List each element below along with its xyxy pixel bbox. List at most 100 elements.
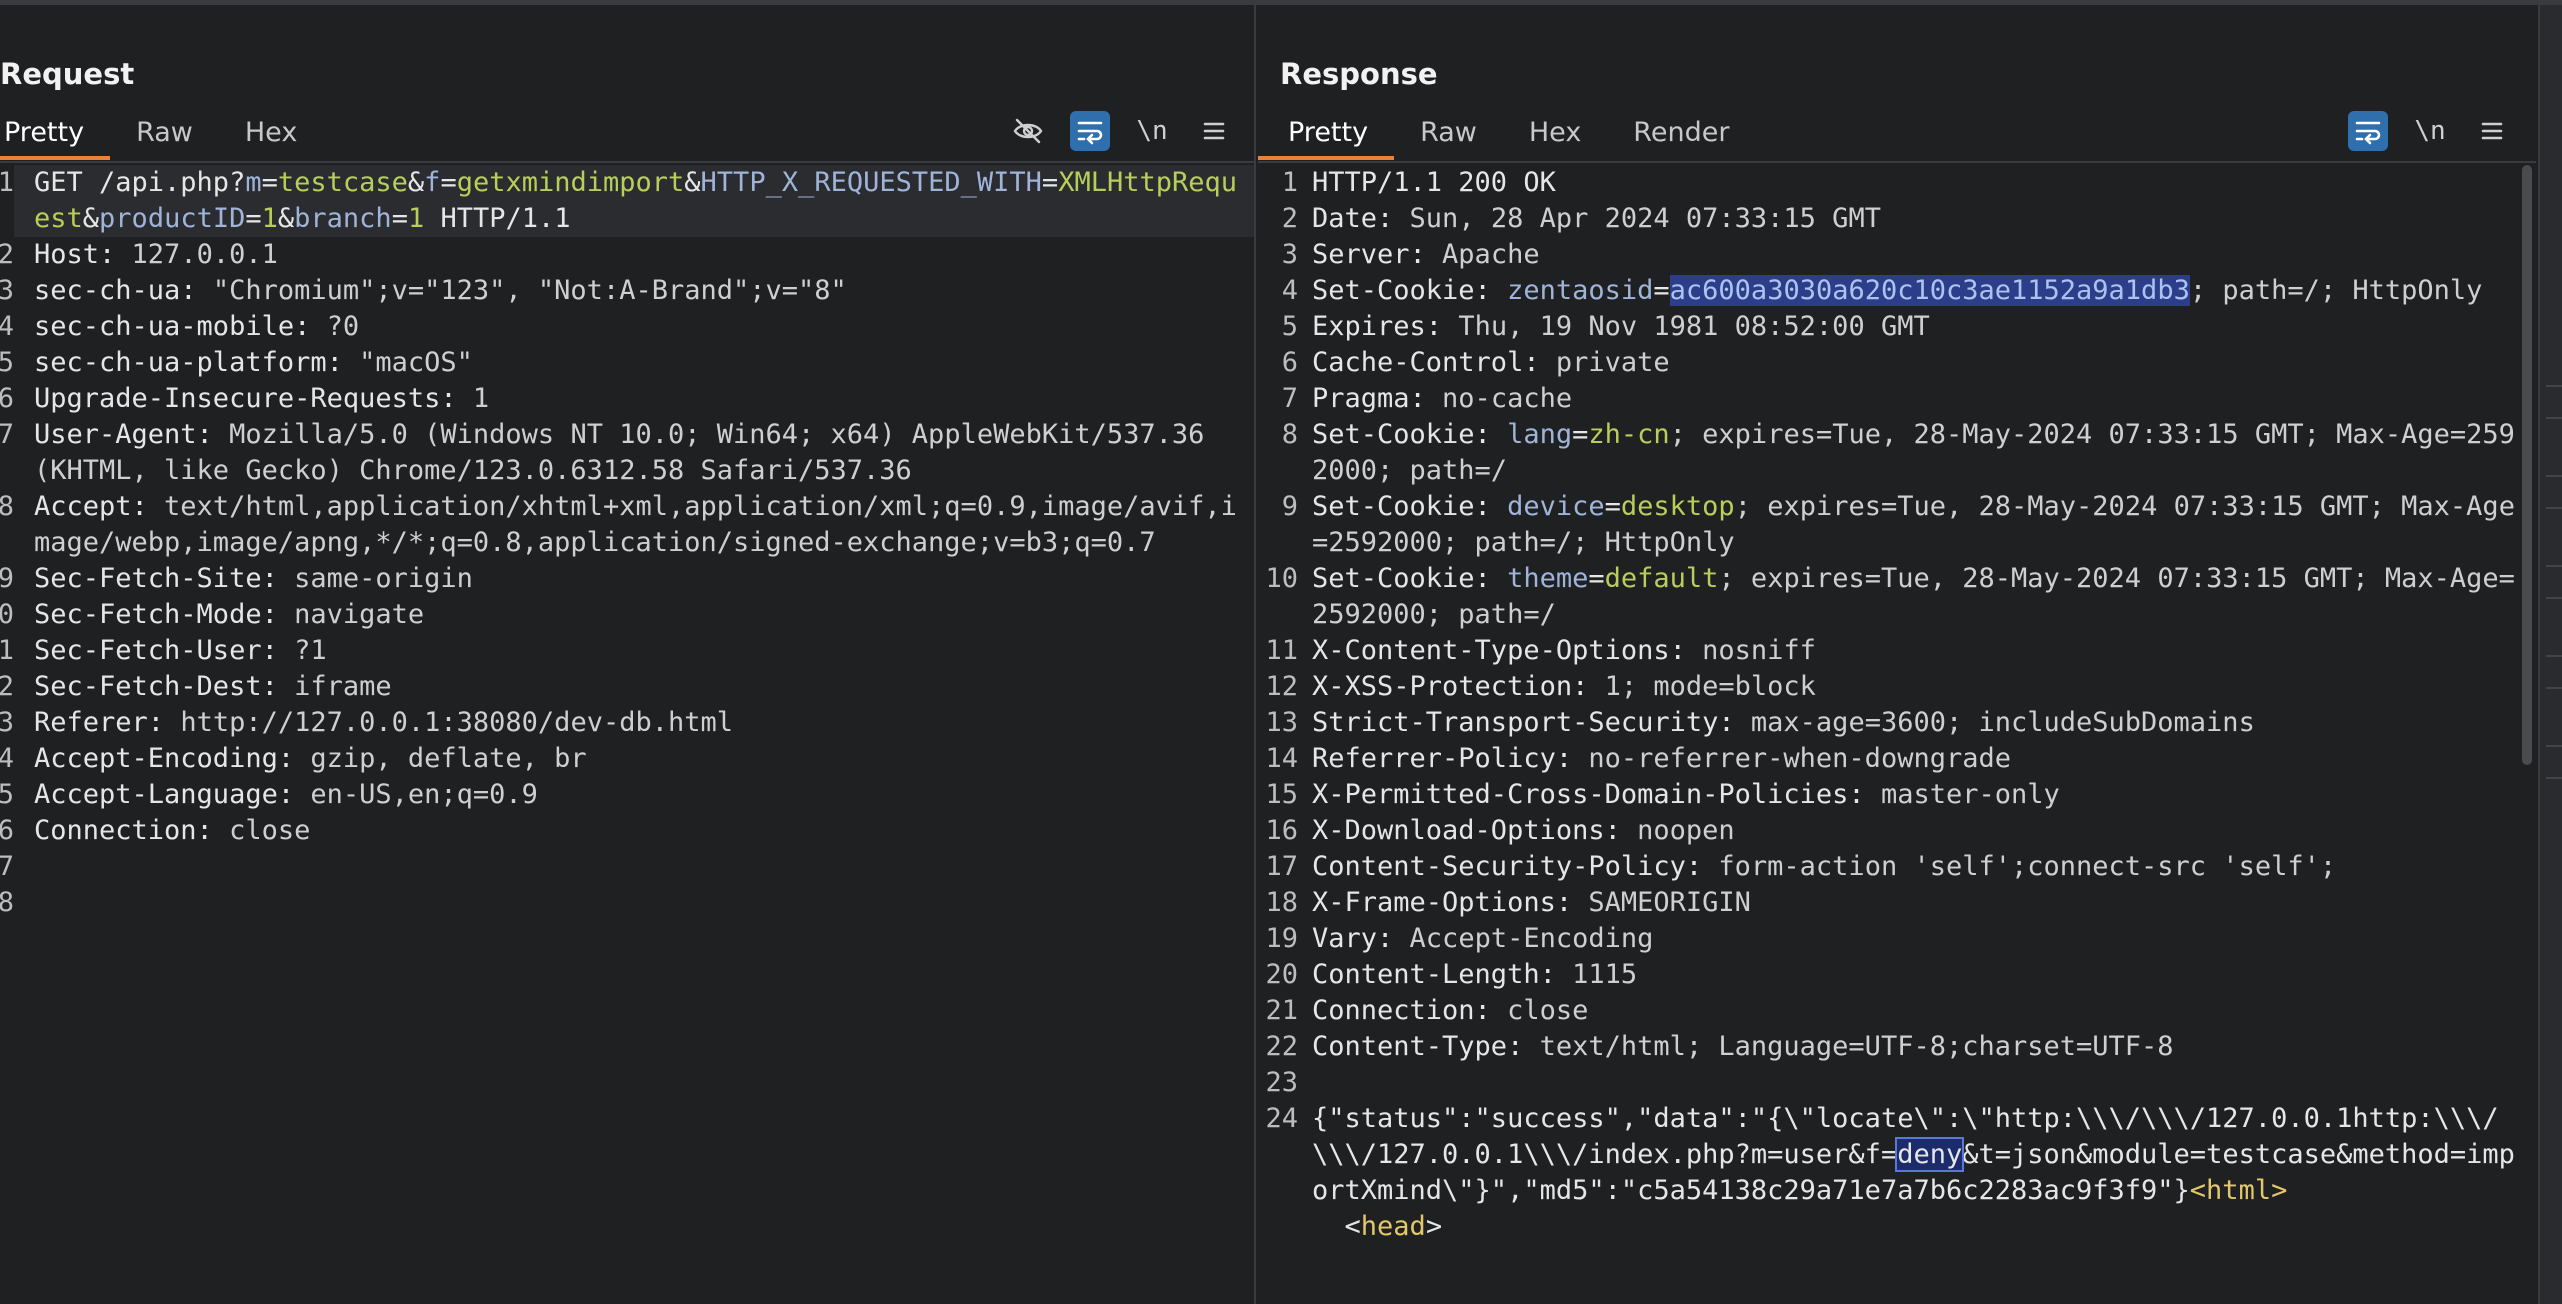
code-line[interactable]: 1GET /api.php?m=testcase&f=getxmindimpor… <box>0 165 1254 237</box>
code-line[interactable]: 5Accept-Language: en-US,en;q=0.9 <box>0 777 1254 813</box>
code-line[interactable]: 2Sec-Fetch-Dest: iframe <box>0 669 1254 705</box>
code-line[interactable]: 5sec-ch-ua-platform: "macOS" <box>0 345 1254 381</box>
tab-render[interactable]: Render <box>1607 109 1755 160</box>
panel-handle[interactable] <box>2546 745 2562 779</box>
code-line[interactable]: 8Accept: text/html,application/xhtml+xml… <box>0 489 1254 561</box>
line-number: 15 <box>1265 779 1298 810</box>
code-line[interactable]: 20 Content-Length: 1115 <box>1258 957 2536 993</box>
eye-slash-icon[interactable] <box>1008 111 1048 151</box>
code-line[interactable]: 16 X-Download-Options: noopen <box>1258 813 2536 849</box>
code-token: = <box>1653 275 1670 306</box>
code-line[interactable]: 3 Server: Apache <box>1258 237 2536 273</box>
code-line[interactable]: 9Sec-Fetch-Site: same-origin <box>0 561 1254 597</box>
tab-pretty[interactable]: Pretty <box>0 109 111 160</box>
panel-handle[interactable] <box>2546 385 2562 419</box>
tab-raw[interactable]: Raw <box>1394 109 1503 160</box>
code-token: Expires: <box>1312 311 1459 342</box>
code-token: Strict-Transport-Security: <box>1312 707 1751 738</box>
code-token: & <box>82 203 100 234</box>
code-line[interactable]: 1Sec-Fetch-User: ?1 <box>0 633 1254 669</box>
code-line[interactable]: 7 <box>0 849 1254 885</box>
tab-pretty[interactable]: Pretty <box>1258 109 1395 160</box>
code-line[interactable]: 6Connection: close <box>0 813 1254 849</box>
code-token: Sec-Fetch-Site: <box>34 563 295 594</box>
code-line[interactable]: <head> <box>1258 1209 2536 1245</box>
code-line[interactable]: 2Host: 127.0.0.1 <box>0 237 1254 273</box>
code-line[interactable]: 4sec-ch-ua-mobile: ?0 <box>0 309 1254 345</box>
line-number: 4 <box>1281 275 1298 306</box>
code-line[interactable]: 8 <box>0 885 1254 921</box>
code-line[interactable]: 17 Content-Security-Policy: form-action '… <box>1258 849 2536 885</box>
request-editor[interactable]: 1GET /api.php?m=testcase&f=getxmindimpor… <box>0 165 1254 1304</box>
code-line[interactable]: 8 Set-Cookie: lang=zh-cn; expires=Tue, 28… <box>1258 417 2536 489</box>
code-line[interactable]: 19 Vary: Accept-Encoding <box>1258 921 2536 957</box>
line-content: Sec-Fetch-Dest: iframe <box>14 669 1254 705</box>
response-pane: Response Pretty Raw Hex Render \n 1 HTTP/… <box>1258 5 2536 1304</box>
line-content: Host: 127.0.0.1 <box>14 237 1254 273</box>
code-line[interactable]: 1 HTTP/1.1 200 OK <box>1258 165 2536 201</box>
code-line[interactable]: 4Accept-Encoding: gzip, deflate, br <box>0 741 1254 777</box>
code-token: 1115 <box>1572 959 1638 990</box>
line-content: X-XSS-Protection: 1; mode=block <box>1298 669 2536 705</box>
code-token: http://127.0.0.1:38080/dev-db.html <box>180 707 733 738</box>
code-token: no-cache <box>1442 383 1573 414</box>
tab-raw[interactable]: Raw <box>110 109 219 160</box>
code-line[interactable]: 23 <box>1258 1065 2536 1101</box>
line-number: 11 <box>1265 635 1298 666</box>
hamburger-menu-icon[interactable] <box>2472 111 2512 151</box>
code-token: desktop <box>1620 491 1735 522</box>
code-line[interactable]: 6 Cache-Control: private <box>1258 345 2536 381</box>
code-line[interactable]: 22 Content-Type: text/html; Language=UTF-… <box>1258 1029 2536 1065</box>
response-toolbar: \n <box>2348 111 2512 151</box>
panel-handle[interactable] <box>2546 655 2562 689</box>
line-number: 10 <box>1265 563 1298 594</box>
panel-handle[interactable] <box>2546 475 2562 509</box>
code-token: head <box>1360 1211 1426 1242</box>
line-number: 5 <box>1281 311 1298 342</box>
code-token: default <box>1604 563 1719 594</box>
code-line[interactable]: 13 Strict-Transport-Security: max-age=360… <box>1258 705 2536 741</box>
code-line[interactable]: 7 Pragma: no-cache <box>1258 381 2536 417</box>
code-line[interactable]: 5 Expires: Thu, 19 Nov 1981 08:52:00 GMT <box>1258 309 2536 345</box>
hamburger-menu-icon[interactable] <box>1194 111 1234 151</box>
newline-toggle-button[interactable]: \n <box>2410 111 2450 151</box>
line-number: 2 <box>0 669 14 705</box>
code-line[interactable]: 3sec-ch-ua: "Chromium";v="123", "Not:A-B… <box>0 273 1254 309</box>
code-line[interactable]: 24 {"status":"success","data":"{\"locate\… <box>1258 1101 2536 1209</box>
panel-handle[interactable] <box>2546 565 2562 599</box>
code-line[interactable]: 7User-Agent: Mozilla/5.0 (Windows NT 10.… <box>0 417 1254 489</box>
code-token: & <box>277 203 295 234</box>
code-token: Content-Length: <box>1312 959 1573 990</box>
code-line[interactable]: 3Referer: http://127.0.0.1:38080/dev-db.… <box>0 705 1254 741</box>
code-line[interactable]: 14 Referrer-Policy: no-referrer-when-down… <box>1258 741 2536 777</box>
code-line[interactable]: 4 Set-Cookie: zentaosid=ac600a3030a620c10… <box>1258 273 2536 309</box>
code-line[interactable]: 18 X-Frame-Options: SAMEORIGIN <box>1258 885 2536 921</box>
code-line[interactable]: 0Sec-Fetch-Mode: navigate <box>0 597 1254 633</box>
code-line[interactable]: 11 X-Content-Type-Options: nosniff <box>1258 633 2536 669</box>
request-title: Request <box>0 57 135 91</box>
tab-hex[interactable]: Hex <box>1503 109 1607 160</box>
code-token: ; path=/; HttpOnly <box>2189 275 2483 306</box>
code-token: sec-ch-ua-mobile: <box>34 311 327 342</box>
wrap-lines-icon[interactable] <box>2348 111 2388 151</box>
code-line[interactable]: 12 X-XSS-Protection: 1; mode=block <box>1258 669 2536 705</box>
code-line[interactable]: 21 Connection: close <box>1258 993 2536 1029</box>
newline-toggle-button[interactable]: \n <box>1132 111 1172 151</box>
code-line[interactable]: 9 Set-Cookie: device=desktop; expires=Tue… <box>1258 489 2536 561</box>
code-line[interactable]: 10 Set-Cookie: theme=default; expires=Tue… <box>1258 561 2536 633</box>
code-line[interactable]: 15 X-Permitted-Cross-Domain-Policies: mas… <box>1258 777 2536 813</box>
response-editor[interactable]: 1 HTTP/1.1 200 OK 2 Date: Sun, 28 Apr 2024 … <box>1258 165 2536 1304</box>
code-token: Accept-Encoding <box>1409 923 1654 954</box>
code-line[interactable]: 2 Date: Sun, 28 Apr 2024 07:33:15 GMT <box>1258 201 2536 237</box>
code-line[interactable]: 6Upgrade-Insecure-Requests: 1 <box>0 381 1254 417</box>
code-token: > <box>1425 1211 1443 1242</box>
code-token: = <box>1604 491 1621 522</box>
code-token: Referer: <box>34 707 181 738</box>
response-scrollbar[interactable] <box>2522 165 2532 765</box>
line-content: HTTP/1.1 200 OK <box>1298 165 2536 201</box>
tab-hex[interactable]: Hex <box>219 109 323 160</box>
code-token: & <box>684 167 701 198</box>
code-token: = <box>1572 419 1589 450</box>
wrap-lines-icon[interactable] <box>1070 111 1110 151</box>
line-content: Accept: text/html,application/xhtml+xml,… <box>14 489 1254 561</box>
